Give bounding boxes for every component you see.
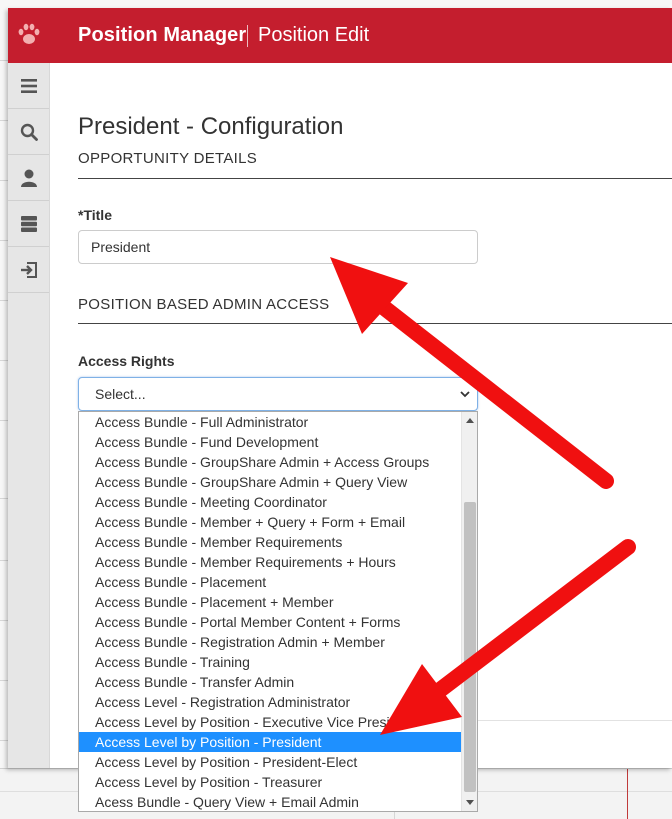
app-title[interactable]: Position Manager: [78, 24, 246, 47]
scroll-down-icon[interactable]: [462, 795, 477, 811]
dropdown-option[interactable]: Access Bundle - Transfer Admin: [79, 672, 462, 692]
sidebar-item-menu[interactable]: [8, 63, 49, 109]
dropdown-option[interactable]: Access Level - Registration Administrato…: [79, 692, 462, 712]
sidebar-item-search[interactable]: [8, 109, 49, 155]
background-gridlines: [0, 0, 8, 819]
dropdown-option[interactable]: Access Bundle - Full Administrator: [79, 412, 462, 432]
dropdown-scrollbar[interactable]: [461, 412, 477, 811]
dropdown-option[interactable]: Access Level by Position - Executive Vic…: [79, 712, 462, 732]
dropdown-option[interactable]: Access Bundle - Placement + Member: [79, 592, 462, 612]
dropdown-option[interactable]: Acess Bundle - Query View + Email Admin: [79, 792, 462, 811]
menu-icon: [20, 78, 37, 93]
section-opportunity-details: OPPORTUNITY DETAILS: [78, 150, 258, 167]
dropdown-option[interactable]: Access Level by Position - Treasurer: [79, 772, 462, 792]
dropdown-option[interactable]: Access Level by Position - President-Ele…: [79, 752, 462, 772]
access-rights-label: Access Rights: [78, 353, 175, 369]
dropdown-option[interactable]: Access Bundle - Registration Admin + Mem…: [79, 632, 462, 652]
dropdown-option[interactable]: Access Bundle - Meeting Coordinator: [79, 492, 462, 512]
access-rights-select[interactable]: Select...: [78, 377, 478, 411]
dropdown-option[interactable]: Access Bundle - Training: [79, 652, 462, 672]
scroll-up-icon[interactable]: [462, 412, 477, 428]
dropdown-option[interactable]: Access Bundle - Member Requirements + Ho…: [79, 552, 462, 572]
sidebar-item-profile[interactable]: [8, 155, 49, 201]
server-icon: [20, 215, 37, 232]
dropdown-option[interactable]: Access Bundle - Placement: [79, 572, 462, 592]
title-label: *Title: [78, 207, 112, 223]
title-input[interactable]: President: [78, 230, 478, 264]
dropdown-option[interactable]: Access Bundle - Member + Query + Form + …: [79, 512, 462, 532]
dropdown-option[interactable]: Access Bundle - Member Requirements: [79, 532, 462, 552]
paw-logo-icon: [18, 23, 40, 44]
dropdown-option[interactable]: Access Bundle - GroupShare Admin + Acces…: [79, 452, 462, 472]
dropdown-option[interactable]: Access Bundle - Fund Development: [79, 432, 462, 452]
sidebar-item-logout[interactable]: [8, 247, 49, 293]
access-rights-dropdown-list[interactable]: Access Bundle - Full Administrator Access…: [78, 411, 478, 812]
user-icon: [20, 169, 37, 187]
header-bar: Position Manager Position Edit: [8, 8, 672, 63]
configuration-title: President - Configuration: [78, 113, 344, 140]
section-divider: [78, 178, 672, 179]
chevron-down-icon: [460, 391, 470, 398]
scrollbar-thumb[interactable]: [464, 502, 476, 792]
search-icon: [20, 123, 38, 141]
page-title: Position Edit: [258, 24, 370, 46]
header-divider: [247, 25, 248, 47]
dropdown-option-selected[interactable]: Access Level by Position - President: [79, 732, 462, 752]
section-divider: [78, 323, 672, 324]
left-sidebar: [8, 63, 50, 768]
access-rights-select-value: Select...: [95, 386, 146, 402]
dropdown-option[interactable]: Access Bundle - GroupShare Admin + Query…: [79, 472, 462, 492]
section-admin-access: POSITION BASED ADMIN ACCESS: [78, 296, 330, 313]
sidebar-item-data[interactable]: [8, 201, 49, 247]
logout-icon: [20, 261, 37, 278]
dropdown-option[interactable]: Access Bundle - Portal Member Content + …: [79, 612, 462, 632]
